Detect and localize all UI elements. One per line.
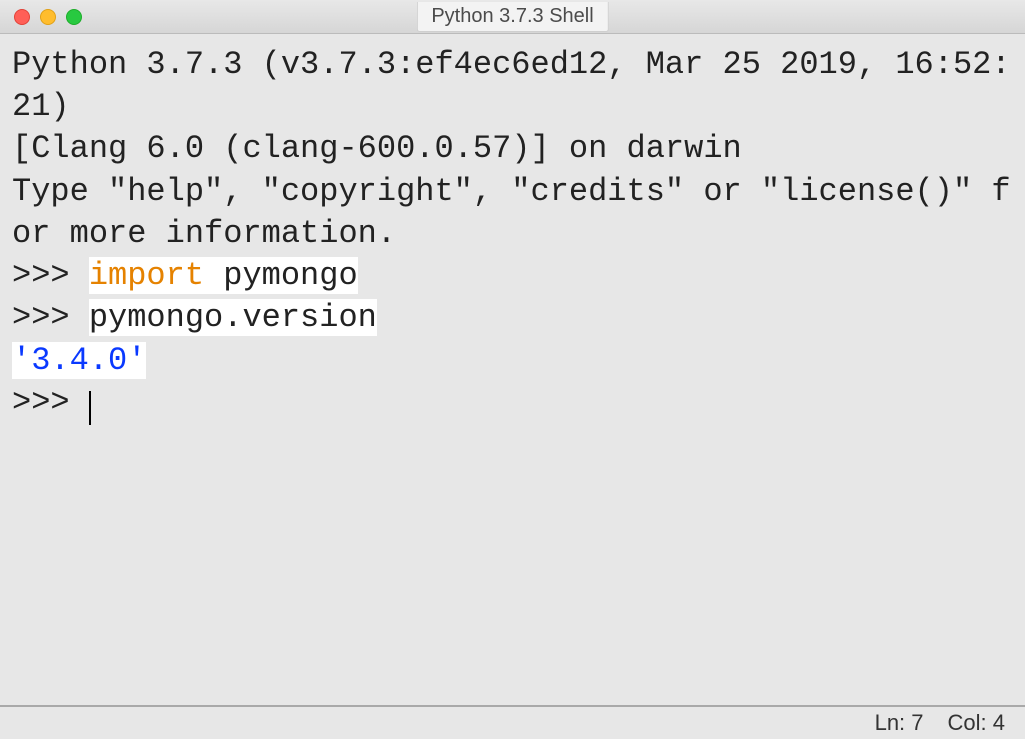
- window-title: Python 3.7.3 Shell: [416, 2, 608, 32]
- banner-line: [Clang 6.0 (clang-600.0.57)] on darwin: [12, 130, 742, 167]
- traffic-lights: [0, 9, 82, 25]
- prompt: >>>: [12, 299, 89, 336]
- output-string: '3.4.0': [12, 342, 146, 379]
- status-bar: Ln: 7 Col: 4: [0, 705, 1025, 739]
- status-line: Ln: 7: [875, 710, 924, 736]
- minimize-icon[interactable]: [40, 9, 56, 25]
- close-icon[interactable]: [14, 9, 30, 25]
- code-text: pymongo.version: [89, 299, 377, 336]
- shell-content[interactable]: Python 3.7.3 (v3.7.3:ef4ec6ed12, Mar 25 …: [0, 34, 1025, 705]
- maximize-icon[interactable]: [66, 9, 82, 25]
- titlebar: Python 3.7.3 Shell: [0, 0, 1025, 34]
- prompt: >>>: [12, 257, 89, 294]
- keyword-import: import: [89, 257, 204, 294]
- status-col: Col: 4: [948, 710, 1005, 736]
- cursor-icon: [89, 391, 91, 425]
- prompt: >>>: [12, 384, 89, 421]
- code-text: pymongo: [204, 257, 358, 294]
- banner-line: Type "help", "copyright", "credits" or "…: [12, 173, 1011, 252]
- banner-line: Python 3.7.3 (v3.7.3:ef4ec6ed12, Mar 25 …: [12, 46, 1011, 125]
